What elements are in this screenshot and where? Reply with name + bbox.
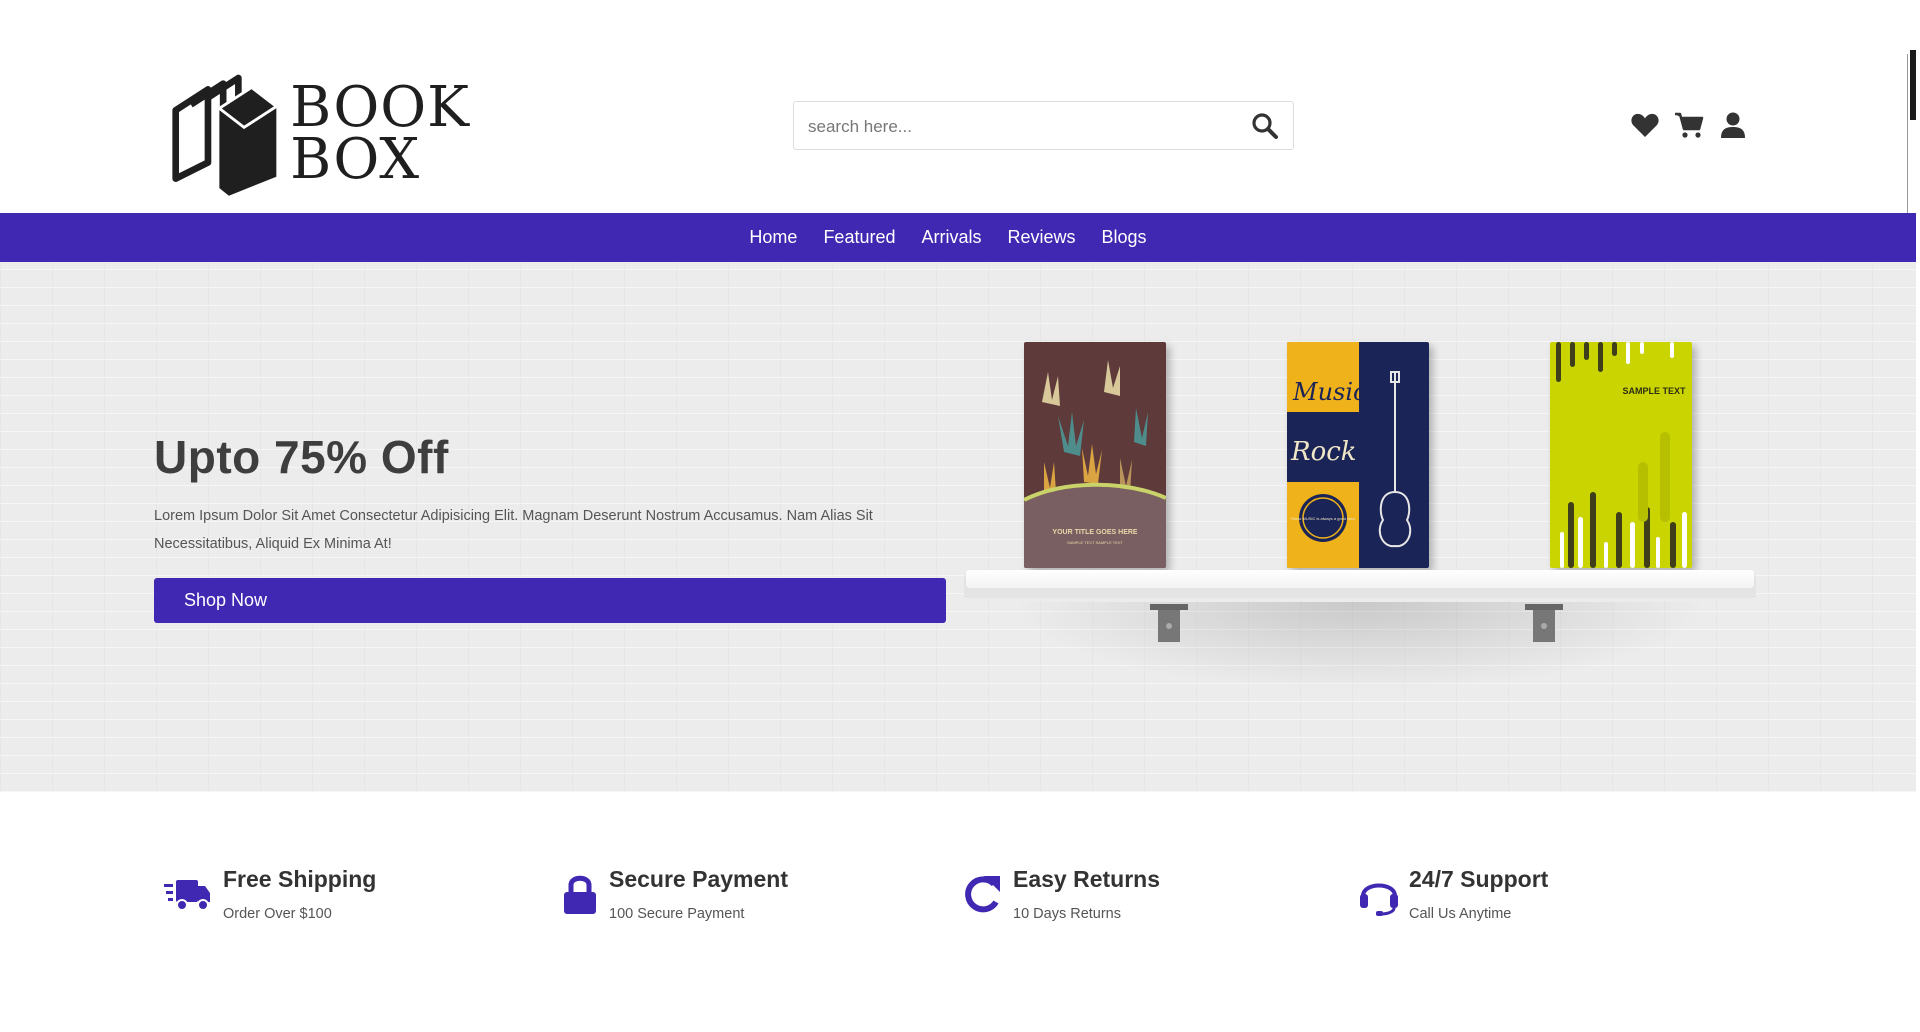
shop-now-button[interactable]: Shop Now [154,578,946,623]
feature-title: Easy Returns [1013,866,1161,892]
search-icon[interactable] [1251,112,1279,140]
shelf-bracket [1525,604,1563,642]
book-cover-hands[interactable]: YOUR TITLE GOES HERE SAMPLE TEXT SAMPLE … [1024,342,1166,568]
scrollbar-track [1907,54,1908,219]
book2-rock-text: Rock [1290,437,1357,467]
logo-text-line2: BOX [290,126,421,192]
features-section: Free Shipping Order Over $100 Secure Pay… [0,792,1916,1032]
book1-title: YOUR TITLE GOES HERE [1052,529,1138,536]
book2-music-text: Music [1292,378,1366,406]
main-navbar: Home Featured Arrivals Reviews Blogs [0,213,1916,262]
nav-home[interactable]: Home [749,227,797,248]
search-box [793,101,1294,151]
shelf-shadow [1010,602,1710,692]
header-icons [1630,110,1748,140]
logo-text-line1: BOOK [290,74,470,140]
headset-icon [1357,872,1401,916]
shelf [966,570,1754,588]
feature-subtitle: 100 Secure Payment [609,906,745,922]
logo[interactable]: BOOK BOX [170,66,470,201]
redo-icon [960,872,1004,916]
book-cover-music[interactable]: Music Rock Relax MUSIC is always a good … [1287,342,1429,568]
book-cover-sample[interactable]: SAMPLE TEXT [1550,342,1692,568]
nav-reviews[interactable]: Reviews [1008,227,1076,248]
hero-description: Lorem Ipsum Dolor Sit Amet Consectetur A… [154,508,873,552]
feature-title: 24/7 Support [1409,866,1549,892]
nav-arrivals[interactable]: Arrivals [921,227,981,248]
truck-icon [164,872,210,916]
hero-title: Upto 75% Off [154,431,449,483]
search-input[interactable] [806,102,1240,151]
book2-badge: Relax MUSIC is always a good idea [1291,516,1355,521]
shelf-edge [964,588,1756,598]
site-header: BOOK BOX [0,0,1916,219]
heart-icon[interactable] [1630,110,1660,140]
book-stack-icon [172,74,279,196]
nav-blogs[interactable]: Blogs [1102,227,1147,248]
feature-subtitle: 10 Days Returns [1013,906,1121,922]
feature-title: Free Shipping [223,866,377,892]
feature-subtitle: Call Us Anytime [1409,906,1512,922]
feature-title: Secure Payment [609,866,788,892]
book3-title: SAMPLE TEXT [1622,386,1686,396]
shelf-bracket [1150,604,1188,642]
feature-subtitle: Order Over $100 [223,906,332,922]
book1-subtitle: SAMPLE TEXT SAMPLE TEXT [1067,540,1124,545]
lock-icon [560,872,604,916]
scrollbar-thumb[interactable] [1910,50,1916,120]
logo-text: BOOK BOX [290,74,470,192]
nav-featured[interactable]: Featured [823,227,895,248]
user-icon[interactable] [1718,110,1748,140]
cart-icon[interactable] [1674,110,1704,140]
hero-section: Upto 75% Off Lorem Ipsum Dolor Sit Amet … [0,262,1916,792]
